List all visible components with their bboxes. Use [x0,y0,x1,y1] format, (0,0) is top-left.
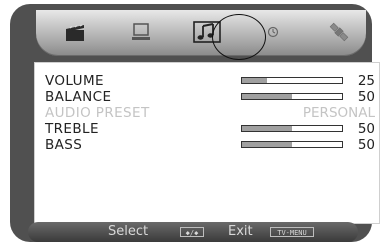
monitor-icon [132,23,150,40]
osd-menu-frame: VOLUME 25 BALANCE 50 AUDIO PRESET PERSON… [10,4,380,242]
selected-tab-indicator [212,14,266,60]
select-hint: Select [108,224,149,239]
balance-slider[interactable] [241,93,343,100]
slider-fill [242,94,292,99]
audio-settings-panel: VOLUME 25 BALANCE 50 AUDIO PRESET PERSON… [34,62,380,224]
tab-screen[interactable] [108,10,174,54]
clock-icon [267,26,279,38]
setting-label: BALANCE [45,89,112,105]
menu-tab-bar [36,10,366,60]
setting-row-bass[interactable]: BASS 50 [45,137,375,153]
setting-value: 25 [357,73,375,89]
setting-label: TREBLE [45,121,99,137]
hint-bar: Select ◆/◆ Exit TV-MENU [28,222,358,242]
tv-menu-key-badge: TV-MENU [270,227,314,237]
setting-value: 50 [357,137,375,153]
setting-value: PERSONAL [302,105,375,121]
clapperboard-icon [66,24,84,41]
setting-label: AUDIO PRESET [45,105,150,121]
slider-fill [242,142,292,147]
slider-fill [242,126,292,131]
bass-slider[interactable] [241,141,343,148]
slider-fill [242,78,267,83]
treble-slider[interactable] [241,125,343,132]
tab-setup[interactable] [306,10,372,54]
setting-row-volume[interactable]: VOLUME 25 [45,73,375,89]
satellite-icon [329,22,349,42]
arrow-keys-icon: ◆/◆ [180,227,204,237]
exit-hint: Exit [228,224,253,239]
setting-label: VOLUME [45,73,104,89]
setting-value: 50 [357,121,375,137]
tab-picture[interactable] [42,10,108,54]
setting-value: 50 [357,89,375,105]
setting-row-treble[interactable]: TREBLE 50 [45,121,375,137]
setting-row-balance[interactable]: BALANCE 50 [45,89,375,105]
volume-slider[interactable] [241,77,343,84]
setting-row-audio-preset: AUDIO PRESET PERSONAL [45,105,375,121]
setting-label: BASS [45,137,83,153]
